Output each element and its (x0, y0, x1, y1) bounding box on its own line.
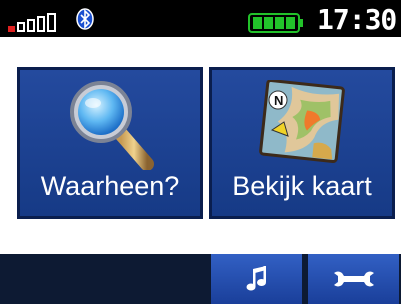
music-button[interactable] (209, 254, 304, 304)
where-to-label: Waarheen? (40, 171, 180, 201)
bluetooth-icon (76, 8, 94, 30)
tools-button[interactable] (306, 254, 401, 304)
battery-full-icon (248, 13, 303, 33)
where-to-button[interactable]: Waarheen? (17, 67, 203, 219)
svg-text:N: N (274, 93, 283, 108)
bottom-bar (0, 254, 401, 304)
music-note-icon (246, 266, 266, 291)
status-bar: 17:30 (0, 0, 401, 37)
clock: 17:30 (317, 3, 397, 36)
wrench-icon (333, 271, 374, 287)
signal-strength-icon (8, 13, 68, 32)
map-icon: N (258, 79, 346, 169)
main-menu: Waarheen? N Bekijk kaart (0, 37, 401, 254)
magnifying-glass-icon (65, 78, 155, 175)
view-map-button[interactable]: N Bekijk kaart (209, 67, 395, 219)
view-map-label: Bekijk kaart (232, 171, 372, 201)
